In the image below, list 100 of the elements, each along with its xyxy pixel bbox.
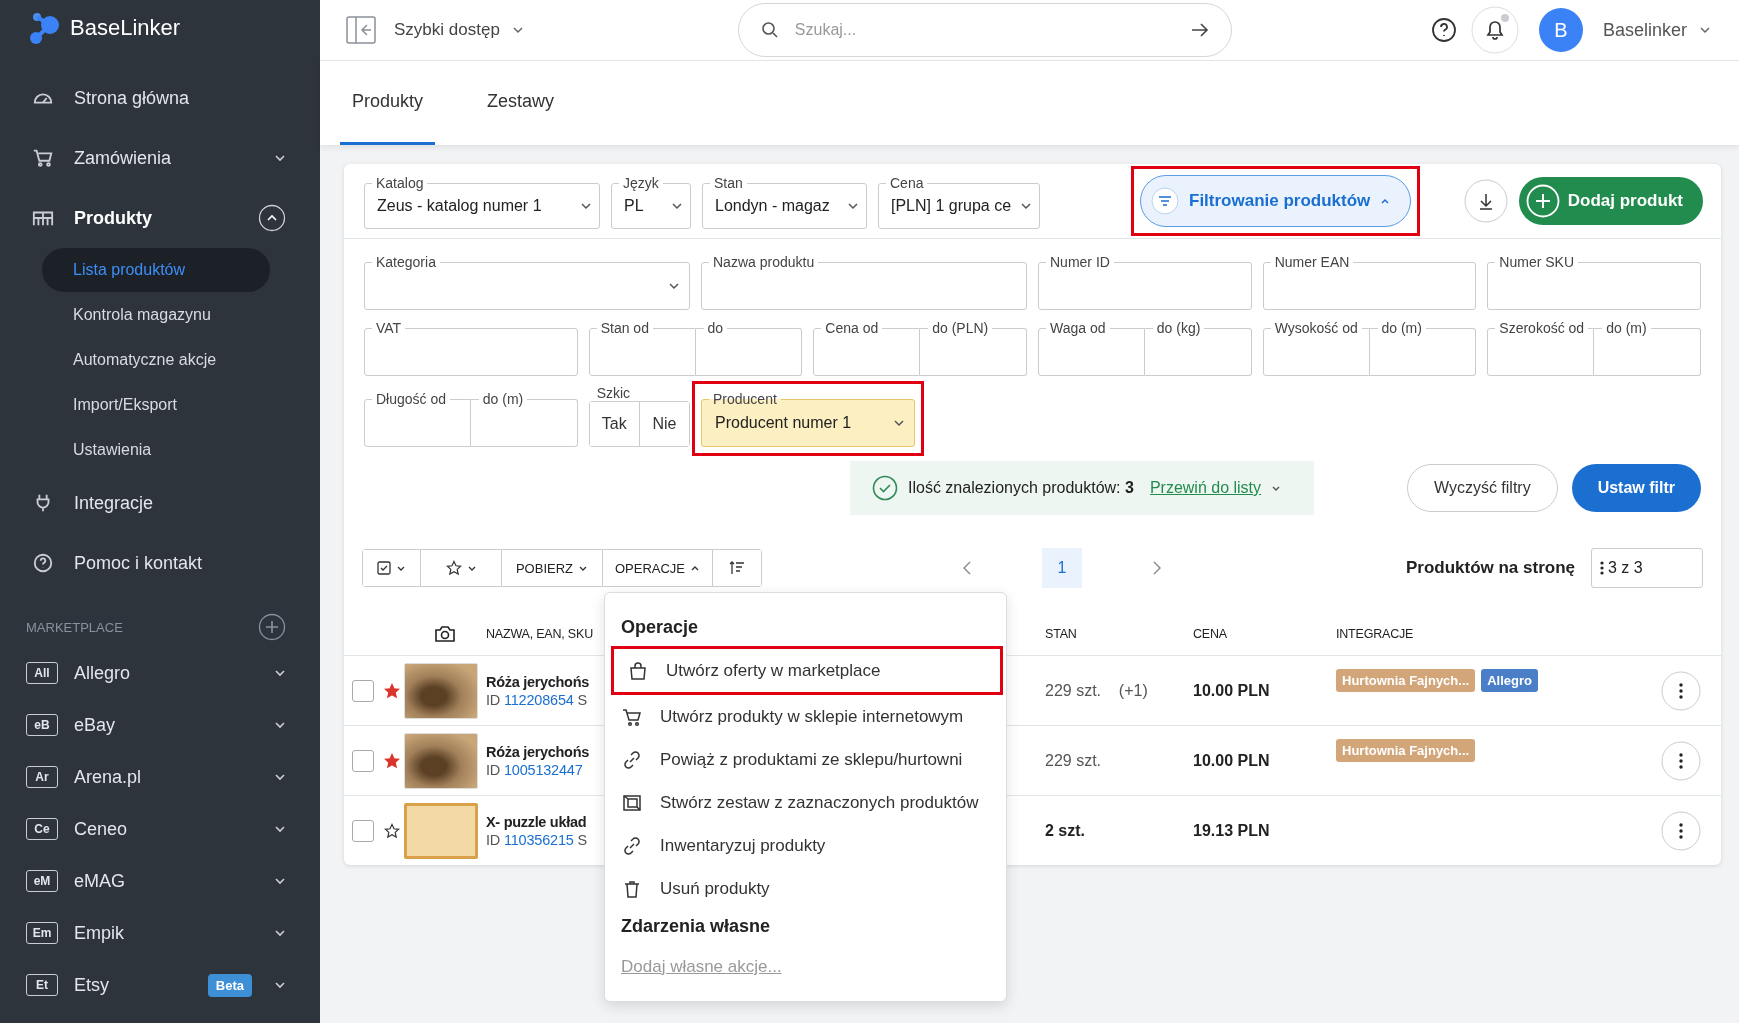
input-field[interactable]: do [695, 319, 803, 376]
star-icon[interactable] [384, 752, 400, 769]
column-header[interactable]: NAZWA, EAN, SKU [486, 627, 604, 641]
row-checkbox[interactable] [352, 819, 374, 842]
input-field[interactable]: Numer EAN [1262, 253, 1477, 310]
nav-item[interactable]: Zamówienia [0, 128, 320, 188]
column-header[interactable]: INTEGRACJE [1336, 627, 1661, 641]
collapse-icon[interactable] [258, 204, 286, 232]
select-field[interactable]: Katalog Zeus - katalog numer 1 [364, 173, 600, 229]
chevron-down-icon[interactable] [274, 981, 286, 989]
chevron-down-icon[interactable] [274, 669, 286, 677]
field-label: Szkic [596, 385, 631, 401]
more-options-icon[interactable] [1661, 810, 1701, 851]
input-field[interactable]: Cena od [813, 319, 921, 376]
product-name[interactable]: X- puzzle układ [486, 813, 604, 830]
marketplace-item[interactable]: Em Empik [0, 907, 320, 959]
menu-item[interactable]: Utwórz produkty w sklepie internetowym [605, 695, 1006, 738]
input-field[interactable]: Stan od [588, 319, 696, 376]
input-field[interactable]: Szerokość od [1487, 319, 1595, 376]
column-header[interactable]: CENA [1193, 627, 1336, 641]
marketplace-item[interactable]: Ar Arena.pl [0, 751, 320, 803]
sidebar-toggle-icon[interactable] [346, 16, 376, 44]
nav-item[interactable]: Strona główna [0, 68, 320, 128]
input-field[interactable]: do (m) [470, 390, 578, 447]
input-field[interactable]: Numer ID [1038, 253, 1252, 310]
add-icon[interactable] [258, 613, 286, 641]
tab[interactable]: Zestawy [475, 61, 567, 145]
menu-item[interactable]: Utwórz oferty w marketplace [614, 649, 1000, 692]
scroll-to-list-link[interactable]: Przewiń do listy [1149, 479, 1262, 497]
next-page-icon[interactable] [1152, 560, 1162, 576]
quick-access-button[interactable]: Szybki dostęp [388, 19, 530, 41]
select-field[interactable]: Stan Londyn - magaz [702, 173, 867, 229]
option-button[interactable]: Nie [638, 402, 689, 446]
select-field[interactable]: Producent Producent numer 1 [701, 390, 915, 447]
chevron-down-icon[interactable] [274, 877, 286, 885]
filter-toggle-button[interactable]: Filtrowanie produktów [1140, 175, 1412, 227]
page-button[interactable]: 1 [1042, 548, 1082, 588]
input-field[interactable]: Nazwa produktu [701, 253, 1027, 310]
select-field[interactable]: Cena [PLN] 1 grupa ce [878, 173, 1040, 229]
add-product-button[interactable]: Dodaj produkt [1518, 177, 1703, 225]
sidebar-subitem[interactable]: Automatyczne akcje [42, 338, 270, 382]
download-icon[interactable] [1463, 179, 1508, 223]
previous-page-icon[interactable] [962, 560, 972, 576]
input-field[interactable]: VAT [364, 319, 578, 376]
field-label: Numer SKU [1495, 254, 1578, 270]
user-avatar[interactable]: B [1538, 8, 1583, 52]
column-header[interactable]: STAN [1045, 627, 1193, 641]
marketplace-item[interactable]: eB eBay [0, 699, 320, 751]
sidebar-subitem[interactable]: Lista produktów [42, 248, 270, 292]
nav-item[interactable]: Produkty [0, 188, 320, 248]
marketplace-item[interactable]: Ce Ceneo [0, 803, 320, 855]
help-icon[interactable] [1430, 17, 1457, 43]
input-field[interactable]: do (kg) [1144, 319, 1252, 376]
marketplace-item[interactable]: All Allegro [0, 647, 320, 699]
clear-filters-button[interactable]: Wyczyść filtry [1406, 464, 1558, 512]
star-icon[interactable] [384, 822, 400, 839]
chevron-down-icon[interactable] [274, 154, 286, 162]
select-all-button[interactable] [363, 550, 421, 586]
marketplace-code: All [26, 662, 58, 684]
arrow-right-icon[interactable] [1190, 23, 1209, 37]
user-menu[interactable]: Baselinker [1596, 18, 1717, 42]
menu-item[interactable]: Usuń produkty [605, 867, 1006, 910]
select-field[interactable]: Kategoria [364, 253, 690, 310]
input-field[interactable]: Numer SKU [1487, 253, 1701, 310]
input-field[interactable]: do (m) [1369, 319, 1477, 376]
per-page-field[interactable]: 3 z 3 [1591, 548, 1703, 588]
more-options-icon[interactable] [1661, 670, 1701, 711]
chevron-down-icon[interactable] [274, 721, 286, 729]
input-field[interactable]: do (PLN) [920, 319, 1027, 376]
marketplace-item[interactable]: eM eMAG [0, 855, 320, 907]
input-field[interactable]: Waga od [1038, 319, 1145, 376]
price-cell-text: 19.13 PLN [1193, 821, 1271, 840]
input-field[interactable]: do (m) [1594, 319, 1701, 376]
star-icon[interactable] [384, 682, 400, 699]
marketplace-item[interactable]: Et Etsy Beta [0, 959, 320, 1011]
menu-item[interactable]: Powiąż z produktami ze sklepu/hurtowni [605, 738, 1006, 781]
more-options-icon[interactable] [1661, 740, 1701, 781]
apply-filter-button[interactable]: Ustaw filtr [1571, 464, 1701, 512]
sidebar-subitem[interactable]: Ustawienia [42, 428, 270, 472]
tab[interactable]: Produkty [340, 61, 436, 145]
menu-item[interactable]: Stwórz zestaw z zaznaczonych produktów [605, 781, 1006, 824]
notification-bell-icon[interactable] [1470, 6, 1519, 54]
marketplace-label: Ceneo [74, 818, 129, 840]
menu-item[interactable]: Inwentaryzuj produkty [605, 824, 1006, 867]
sidebar-subitem[interactable]: Import/Eksport [42, 383, 270, 427]
input-field[interactable]: Wysokość od [1262, 319, 1370, 376]
input-field[interactable]: Długość od [364, 390, 471, 447]
chevron-down-icon[interactable] [274, 825, 286, 833]
chevron-down-icon[interactable] [274, 773, 286, 781]
row-checkbox[interactable] [352, 749, 374, 772]
star-icon [445, 560, 462, 576]
product-name[interactable]: Róża jerychońs [486, 673, 604, 690]
select-field[interactable]: Język PL [611, 173, 691, 229]
nav-item[interactable]: Integracje [0, 473, 320, 533]
chevron-down-icon [396, 564, 406, 572]
sidebar-subitem[interactable]: Kontrola magazynu [42, 293, 270, 337]
chevron-down-icon[interactable] [274, 929, 286, 937]
nav-item[interactable]: Pomoc i kontakt [0, 533, 320, 593]
product-name[interactable]: Róża jerychońs [486, 743, 604, 760]
row-checkbox[interactable] [352, 679, 374, 702]
